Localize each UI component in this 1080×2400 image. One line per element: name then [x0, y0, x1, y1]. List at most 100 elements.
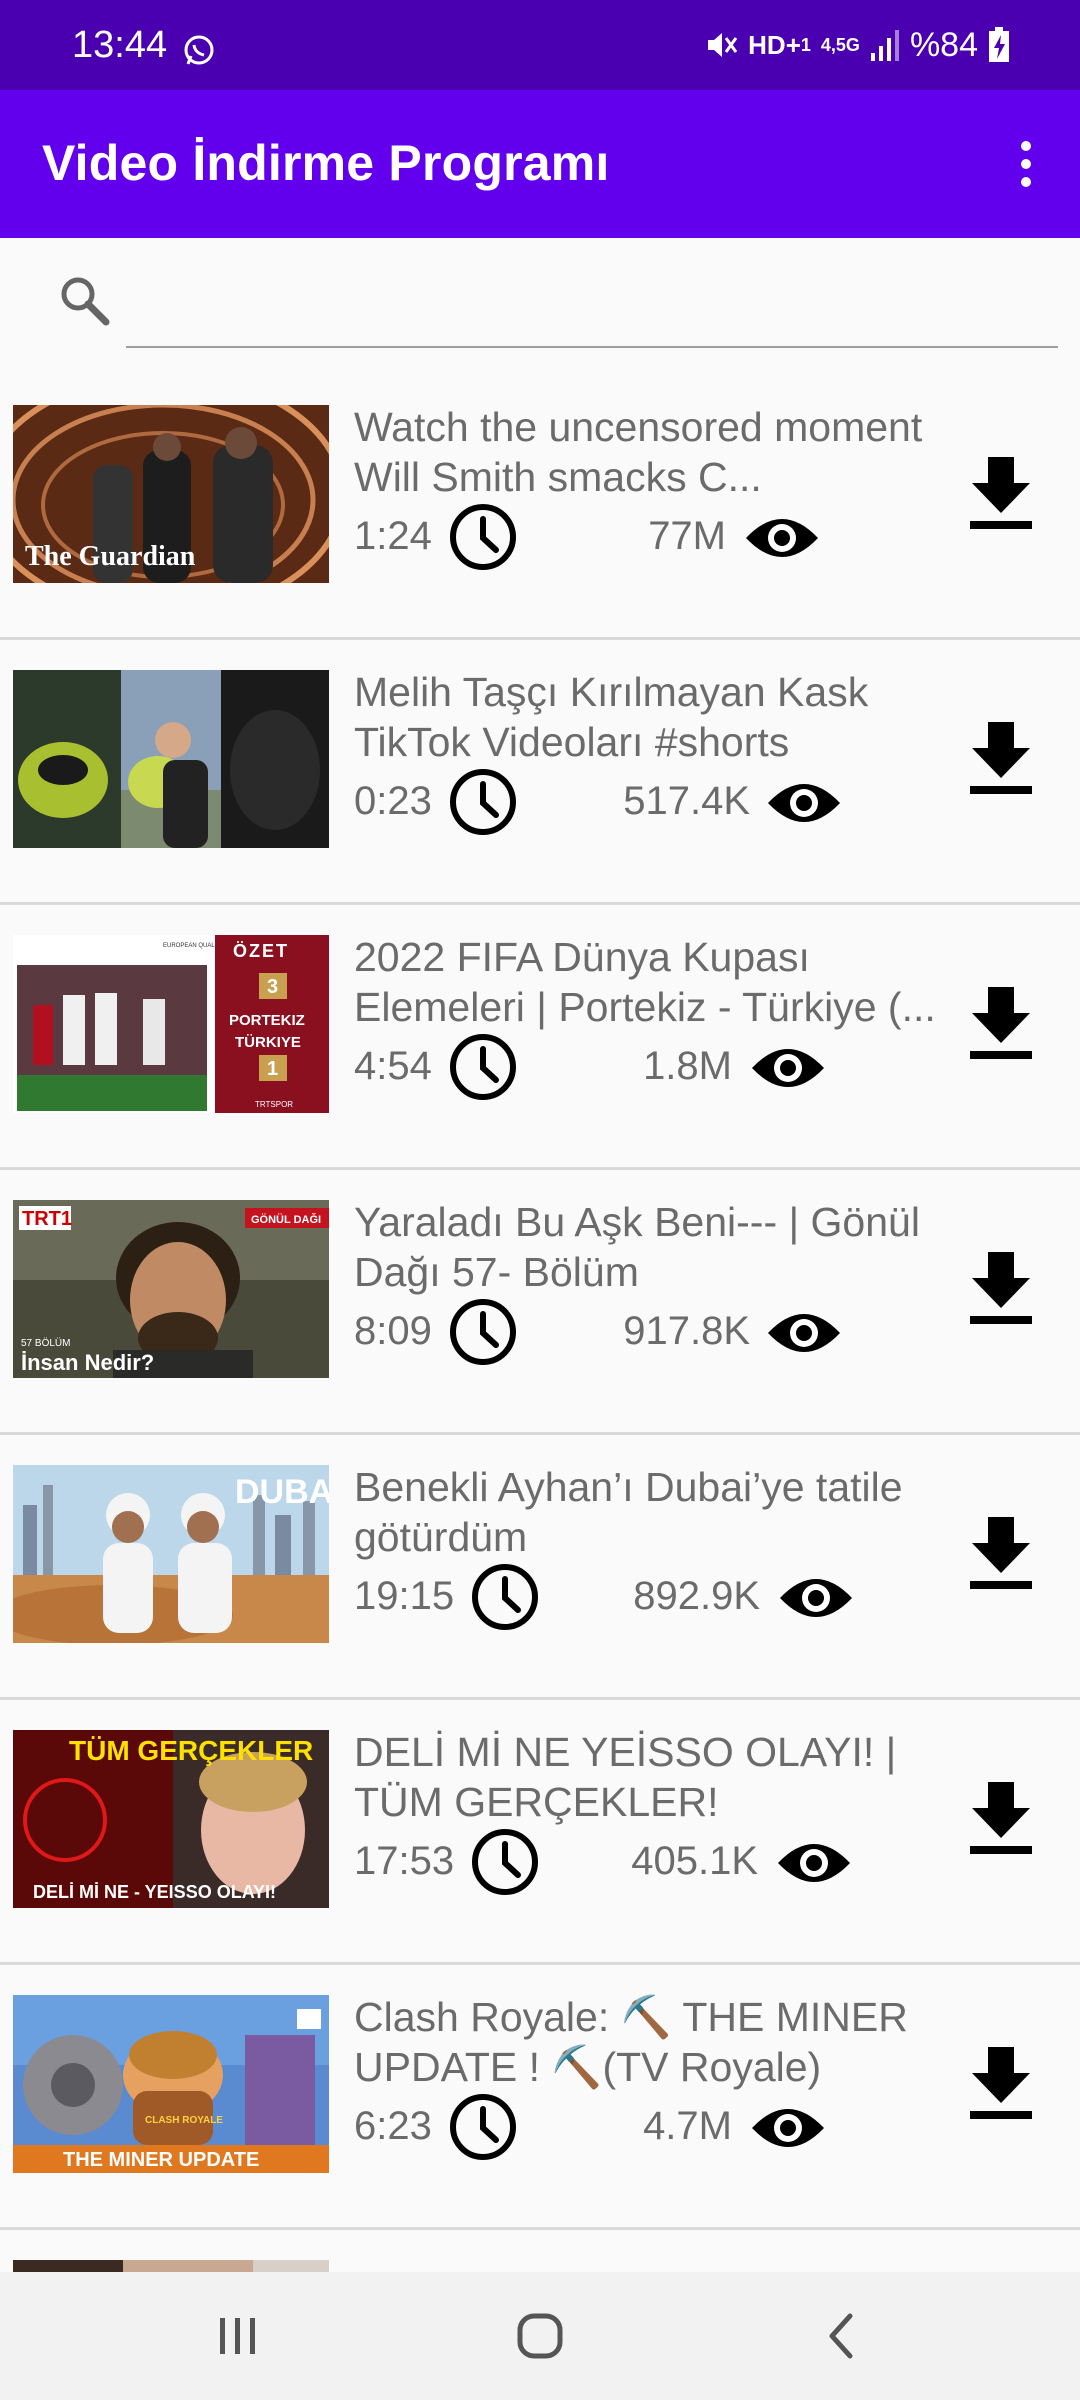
battery-charging-icon [989, 27, 1009, 62]
video-views: 77M [648, 514, 726, 558]
video-duration: 19:15 [354, 1574, 455, 1618]
video-views: 405.1K [631, 1839, 758, 1883]
download-icon[interactable] [966, 1513, 1036, 1593]
eye-icon [746, 519, 818, 557]
thumb-caption: İnsan Nedir? [21, 1350, 154, 1375]
signal-icon [870, 30, 899, 61]
eye-icon [780, 1579, 852, 1617]
network-type: HD+ [748, 29, 801, 60]
network-sub: 1 [800, 35, 811, 55]
video-duration: 0:23 [354, 779, 432, 823]
video-title: Yaraladı Bu Aşk Beni--- | Gönül Dağı 57-… [354, 1199, 920, 1295]
video-list-item[interactable]: TÜM GERÇEKLER DELİ Mİ NE - YEISSO OLAYI!… [0, 1703, 1080, 1965]
video-list-item[interactable]: EUROPEAN QUALIFIERS ÖZET 3 PORTEKIZ TÜRK… [0, 908, 1080, 1170]
video-list-item[interactable]: CLASH ROYALE THE MINER UPDATE Clash Roya… [0, 1968, 1080, 2230]
search-icon[interactable] [56, 272, 112, 328]
video-thumbnail: CLASH ROYALE THE MINER UPDATE [13, 1995, 329, 2173]
thumb-caption: The Guardian [25, 541, 196, 572]
search-bar [0, 238, 1080, 378]
video-views: 892.9K [633, 1574, 760, 1618]
video-list-item[interactable]: Melih Taşçı Kırılmayan Kask TikTok Video… [0, 643, 1080, 905]
video-thumbnail [13, 670, 329, 848]
deli-caption: DELİ Mİ NE - YEISSO OLAYI! [33, 1882, 276, 1902]
video-views: 517.4K [623, 779, 750, 823]
app-title: Video İndirme Programı [42, 135, 610, 191]
eye-icon [768, 784, 840, 822]
download-icon[interactable] [966, 983, 1036, 1063]
back-icon[interactable] [812, 2306, 872, 2366]
clock-icon [450, 2094, 516, 2160]
video-list-item[interactable]: DUBAI Benekli Ayhan’ı Dubai’ye tatile gö… [0, 1438, 1080, 1700]
video-list-item[interactable]: TRT1 GÖNÜL DAĞI 57 BÖLÜM İnsan Nedir? Ya… [0, 1173, 1080, 1435]
video-list: The Guardian Watch the uncensored moment… [0, 378, 1080, 2272]
download-icon[interactable] [966, 718, 1036, 798]
video-meta: 0:23 517.4K [354, 767, 954, 837]
video-title: Watch the uncensored moment Will Smith s… [354, 404, 923, 500]
video-meta: 17:53 405.1K [354, 1827, 954, 1897]
eye-icon [768, 1314, 840, 1352]
video-meta: 1:24 77M [354, 502, 954, 572]
video-meta: 8:09 917.8K [354, 1297, 954, 1367]
eye-icon [752, 2109, 824, 2147]
video-duration: 17:53 [354, 1839, 455, 1883]
clock-icon [450, 1034, 516, 1100]
thumb-caption: TÜM GERÇEKLER [69, 1735, 313, 1766]
clock-icon [450, 1299, 516, 1365]
whatsapp-icon [184, 35, 214, 65]
trt-logo: TRT1 [22, 1208, 72, 1230]
status-time: 13:44 [72, 24, 168, 66]
video-meta: 19:15 892.9K [354, 1562, 954, 1632]
download-icon[interactable] [966, 453, 1036, 533]
video-duration: 6:23 [354, 2104, 432, 2148]
video-thumbnail: EUROPEAN QUALIFIERS ÖZET 3 PORTEKIZ TÜRK… [13, 935, 329, 1113]
video-thumbnail: The Guardian [13, 405, 329, 583]
recents-icon[interactable] [208, 2306, 268, 2366]
video-views: 1.8M [643, 1044, 732, 1088]
more-vert-icon[interactable] [1006, 132, 1046, 196]
video-views: 4.7M [643, 2104, 732, 2148]
fifa-channel: TRTSPOR [255, 1100, 293, 1109]
clock-icon [450, 769, 516, 835]
eye-icon [752, 1049, 824, 1087]
system-nav-bar [0, 2272, 1080, 2400]
fifa-score-1: 3 [267, 976, 278, 998]
video-duration: 4:54 [354, 1044, 432, 1088]
video-duration: 1:24 [354, 514, 432, 558]
download-icon[interactable] [966, 1778, 1036, 1858]
video-thumbnail: TRT1 GÖNÜL DAĞI 57 BÖLÜM İnsan Nedir? [13, 1200, 329, 1378]
eye-icon [778, 1844, 850, 1882]
video-title: Benekli Ayhan’ı Dubai’ye tatile götürdüm [354, 1464, 903, 1560]
lte-label: 4,5G [820, 35, 860, 55]
thumb-caption: THE MINER UPDATE [63, 2149, 259, 2171]
video-meta: 4:54 1.8M [354, 1032, 954, 1102]
video-title: Melih Taşçı Kırılmayan Kask TikTok Video… [354, 669, 869, 765]
clock-icon [450, 504, 516, 570]
download-icon[interactable] [966, 1248, 1036, 1328]
video-thumbnail: TÜM GERÇEKLER DELİ Mİ NE - YEISSO OLAYI! [13, 1730, 329, 1908]
download-icon[interactable] [966, 2043, 1036, 2123]
video-views: 917.8K [623, 1309, 750, 1353]
video-list-item[interactable]: The Guardian Watch the uncensored moment… [0, 378, 1080, 640]
home-icon[interactable] [510, 2306, 570, 2366]
video-thumbnail [13, 2260, 329, 2272]
fifa-score-2: 1 [267, 1058, 278, 1080]
clock-icon [472, 1564, 538, 1630]
clash-logo: CLASH ROYALE [145, 2115, 223, 2126]
video-duration: 8:09 [354, 1309, 432, 1353]
thumb-caption: ÖZET [233, 941, 289, 961]
video-thumbnail: DUBAI [13, 1465, 329, 1643]
gonul-tag: GÖNÜL DAĞI [251, 1213, 321, 1226]
search-input[interactable] [126, 268, 1058, 348]
fifa-team-1: PORTEKIZ [229, 1012, 305, 1029]
status-bar: 13:44 HD+ 1 4,5G %84 [0, 0, 1080, 90]
video-title: DELİ Mİ NE YEİSSO OLAYI! | TÜM GERÇEKLER… [354, 1729, 897, 1825]
video-list-item[interactable] [0, 2233, 1080, 2272]
video-title: Clash Royale: ⛏️ THE MINER UPDATE ! ⛏️(T… [354, 1994, 908, 2090]
battery-percent: %84 [909, 25, 978, 64]
app-bar: Video İndirme Programı [0, 90, 1080, 238]
clock-icon [472, 1829, 538, 1895]
video-title: 2022 FIFA Dünya Kupası Elemeleri | Porte… [354, 934, 936, 1030]
mute-icon [708, 33, 738, 57]
fifa-team-2: TÜRKIYE [235, 1034, 301, 1051]
gonul-episode: 57 BÖLÜM [21, 1337, 70, 1349]
